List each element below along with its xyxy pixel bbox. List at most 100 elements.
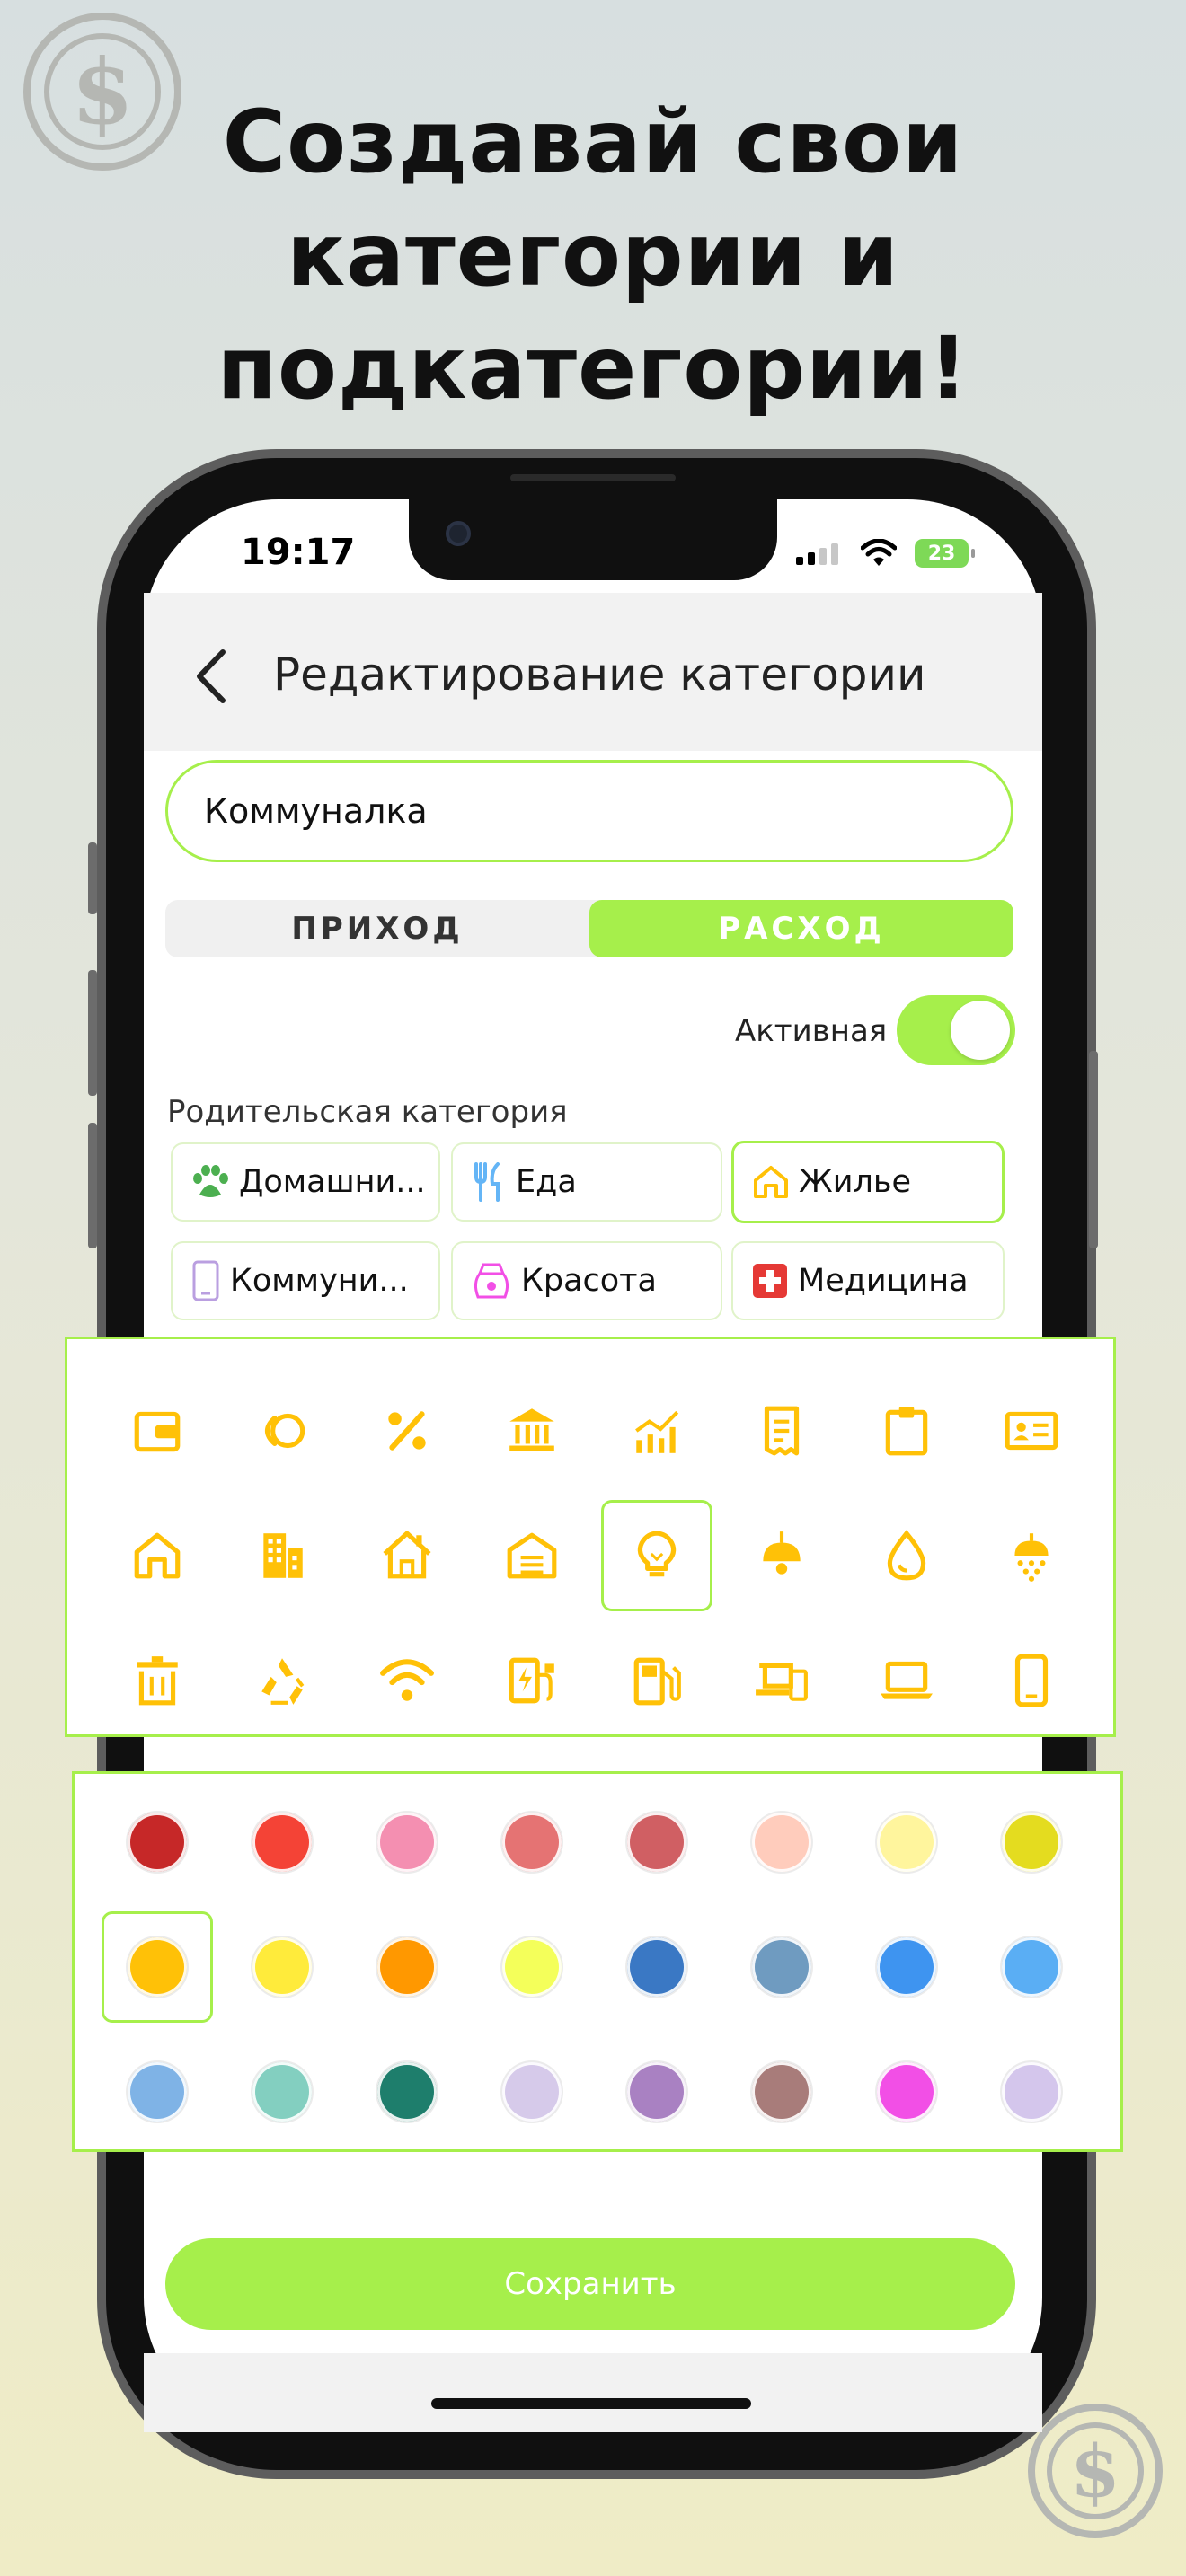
icon-option[interactable] (601, 1625, 712, 1736)
color-swatch (627, 2062, 686, 2122)
clipboard-icon (879, 1403, 934, 1459)
icon-option[interactable] (102, 1500, 213, 1611)
icon-option[interactable] (351, 1500, 463, 1611)
paw-icon (193, 1165, 228, 1197)
color-option[interactable] (351, 1786, 463, 1898)
parent-chip-pets[interactable]: Домашни... (171, 1142, 440, 1222)
color-option[interactable] (851, 1911, 962, 2023)
color-swatch (877, 2062, 936, 2122)
trash-bin-icon (129, 1653, 185, 1708)
parent-chip-label: Жилье (799, 1164, 911, 1200)
icon-option[interactable] (102, 1375, 213, 1486)
status-time: 19:17 (241, 532, 356, 573)
parent-chip-food[interactable]: Еда (451, 1142, 722, 1222)
parent-chip-label: Еда (516, 1164, 577, 1200)
page-title: Редактирование категории (273, 648, 926, 701)
color-option[interactable] (476, 1911, 588, 2023)
active-toggle[interactable] (897, 995, 1015, 1065)
color-swatch (627, 1813, 686, 1872)
dollar-logo-icon: $ (1047, 2422, 1144, 2519)
parent-chip-beauty[interactable]: Красота (451, 1241, 722, 1320)
color-option[interactable] (102, 1911, 213, 2023)
mute-switch (88, 842, 97, 914)
color-option[interactable] (476, 2036, 588, 2148)
color-option[interactable] (976, 2036, 1087, 2148)
fork-knife-icon (474, 1162, 500, 1202)
color-option[interactable] (226, 2036, 338, 2148)
icon-option[interactable] (226, 1375, 338, 1486)
category-name-input[interactable] (165, 760, 1013, 862)
cellular-signal-icon (796, 543, 838, 565)
color-swatch (877, 1813, 936, 1872)
parent-chip-communications[interactable]: Коммуни... (171, 1241, 440, 1320)
recycle-icon (254, 1653, 310, 1708)
color-option[interactable] (102, 1786, 213, 1898)
color-swatch (377, 1813, 437, 1872)
color-option[interactable] (976, 1786, 1087, 1898)
icon-option[interactable] (476, 1375, 588, 1486)
icon-option[interactable] (851, 1625, 962, 1736)
headline-line: Создавай свои (222, 92, 964, 192)
color-option[interactable] (726, 1786, 837, 1898)
laptop-icon (879, 1653, 934, 1708)
color-option[interactable] (226, 1911, 338, 2023)
color-swatch (1002, 1813, 1061, 1872)
color-swatch (627, 1937, 686, 1997)
color-picker-panel (72, 1771, 1123, 2152)
house-roof-icon (379, 1528, 435, 1584)
icon-option[interactable] (976, 1625, 1087, 1736)
color-option[interactable] (851, 1786, 962, 1898)
color-option[interactable] (601, 1911, 712, 2023)
color-option[interactable] (726, 2036, 837, 2148)
color-swatch (877, 1937, 936, 1997)
icon-option[interactable] (476, 1500, 588, 1611)
earpiece-speaker (510, 474, 676, 481)
wifi-status-icon (861, 539, 897, 566)
color-swatch (128, 1937, 187, 1997)
battery-icon: 23 (915, 539, 975, 568)
color-option[interactable] (351, 2036, 463, 2148)
icon-option[interactable] (976, 1500, 1087, 1611)
icon-option[interactable] (351, 1625, 463, 1736)
icon-option[interactable] (726, 1500, 837, 1611)
color-option[interactable] (851, 2036, 962, 2148)
parent-chip-medicine[interactable]: Медицина (731, 1241, 1005, 1320)
save-button[interactable]: Сохранить (165, 2238, 1015, 2330)
tab-expense[interactable]: РАСХОД (589, 900, 1013, 957)
color-option[interactable] (601, 2036, 712, 2148)
color-option[interactable] (351, 1911, 463, 2023)
parent-chip-housing[interactable]: Жилье (731, 1141, 1005, 1223)
icon-option[interactable] (601, 1375, 712, 1486)
house-icon (129, 1528, 185, 1584)
color-option[interactable] (601, 1786, 712, 1898)
icon-option[interactable] (102, 1625, 213, 1736)
color-swatch (1002, 2062, 1061, 2122)
color-swatch (252, 2062, 312, 2122)
color-option[interactable] (726, 1911, 837, 2023)
coins-icon (254, 1403, 310, 1459)
color-swatch (752, 2062, 811, 2122)
volume-down-button (88, 1123, 97, 1248)
icon-option[interactable] (851, 1375, 962, 1486)
color-option[interactable] (976, 1911, 1087, 2023)
color-option[interactable] (226, 1786, 338, 1898)
icon-option[interactable] (476, 1625, 588, 1736)
color-swatch (502, 1937, 562, 1997)
tab-income[interactable]: ПРИХОД (165, 900, 589, 957)
color-option[interactable] (476, 1786, 588, 1898)
icon-option[interactable] (976, 1375, 1087, 1486)
color-swatch (752, 1937, 811, 1997)
icon-option[interactable] (226, 1625, 338, 1736)
icon-option[interactable] (226, 1500, 338, 1611)
icon-option[interactable] (726, 1375, 837, 1486)
icon-option[interactable] (351, 1375, 463, 1486)
chevron-left-icon[interactable] (189, 645, 234, 708)
icon-option[interactable] (726, 1625, 837, 1736)
lightbulb-icon (629, 1528, 685, 1584)
icon-option[interactable] (851, 1500, 962, 1611)
icon-option[interactable] (601, 1500, 712, 1611)
headline-line: категории и (287, 205, 899, 305)
medical-cross-icon (753, 1264, 787, 1298)
color-option[interactable] (102, 2036, 213, 2148)
devices-icon (754, 1653, 810, 1708)
